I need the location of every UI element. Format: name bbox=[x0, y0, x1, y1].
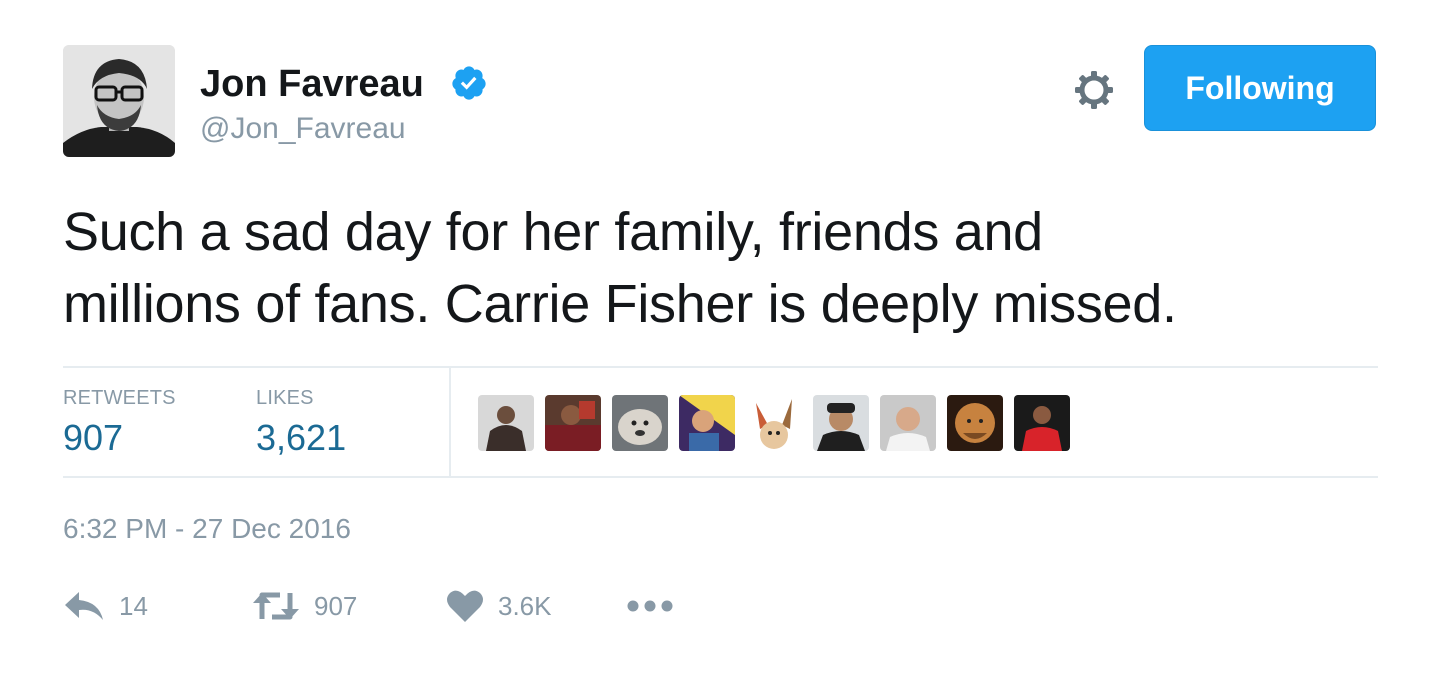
liker-avatar[interactable] bbox=[679, 395, 735, 451]
tweet-text-line: millions of fans. Carrie Fisher is deepl… bbox=[63, 274, 1177, 334]
tweet-text: Such a sad day for her family, friends a… bbox=[63, 196, 1363, 340]
liker-avatar[interactable] bbox=[1014, 395, 1070, 451]
liker-avatar[interactable] bbox=[746, 395, 802, 451]
likes-label: LIKES bbox=[256, 387, 314, 409]
liker-avatar[interactable] bbox=[947, 395, 1003, 451]
tweet-card: Jon Favreau @Jon_Favreau Following Such … bbox=[0, 0, 1440, 679]
likes-stat[interactable]: LIKES 3,621 bbox=[256, 384, 346, 460]
liker-avatar[interactable] bbox=[813, 395, 869, 451]
more-dots-icon bbox=[627, 600, 673, 612]
like-count: 3.6K bbox=[498, 590, 552, 621]
likers-avatars bbox=[478, 395, 1070, 451]
tweet-text-line: Such a sad day for her family, friends a… bbox=[63, 202, 1043, 262]
liker-avatar[interactable] bbox=[545, 395, 601, 451]
heart-icon bbox=[447, 590, 483, 622]
divider bbox=[63, 366, 1378, 368]
avatar[interactable] bbox=[63, 45, 175, 157]
verified-badge-icon bbox=[452, 66, 486, 100]
retweets-label: RETWEETS bbox=[63, 387, 176, 409]
tweet-timestamp[interactable]: 6:32 PM - 27 Dec 2016 bbox=[63, 512, 351, 546]
retweet-count: 907 bbox=[314, 590, 358, 621]
retweet-icon bbox=[253, 592, 299, 620]
retweets-stat[interactable]: RETWEETS 907 bbox=[63, 384, 176, 460]
reply-count: 14 bbox=[119, 590, 148, 621]
display-name[interactable]: Jon Favreau bbox=[200, 62, 424, 106]
retweets-count: 907 bbox=[63, 417, 124, 458]
following-button[interactable]: Following bbox=[1144, 45, 1376, 131]
liker-avatar[interactable] bbox=[612, 395, 668, 451]
divider bbox=[63, 476, 1378, 478]
gear-icon[interactable] bbox=[1072, 68, 1116, 112]
likes-count: 3,621 bbox=[256, 417, 347, 458]
reply-button[interactable]: 14 bbox=[63, 588, 148, 624]
user-handle[interactable]: @Jon_Favreau bbox=[200, 111, 406, 147]
avatar-image bbox=[63, 45, 175, 157]
like-button[interactable]: 3.6K bbox=[446, 588, 552, 624]
liker-avatar[interactable] bbox=[880, 395, 936, 451]
more-button[interactable] bbox=[626, 588, 674, 624]
reply-icon bbox=[65, 592, 103, 620]
retweet-button[interactable]: 907 bbox=[252, 588, 357, 624]
liker-avatar[interactable] bbox=[478, 395, 534, 451]
divider bbox=[449, 368, 451, 476]
